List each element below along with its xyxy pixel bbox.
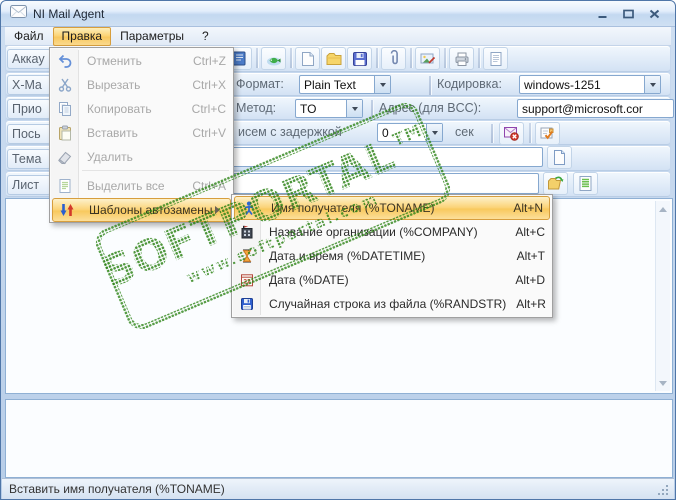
building-icon bbox=[233, 224, 261, 240]
bcc-label: Адрес (для BCC): bbox=[379, 101, 481, 115]
method-label: Метод: bbox=[236, 101, 276, 115]
titlebar[interactable]: NI Mail Agent bbox=[1, 1, 675, 27]
menu-separator bbox=[82, 170, 229, 173]
delay-value: 0 bbox=[378, 126, 426, 140]
hourglass-icon bbox=[233, 248, 261, 264]
copy-icon bbox=[51, 101, 79, 117]
menu-item-select-all[interactable]: Выделить все Ctrl+A bbox=[51, 174, 232, 198]
window-controls bbox=[594, 7, 666, 21]
text-lines-icon[interactable] bbox=[573, 172, 598, 195]
submenu-arrow-icon bbox=[215, 206, 224, 214]
resize-grip[interactable] bbox=[658, 485, 660, 487]
paperclip-icon[interactable] bbox=[381, 47, 406, 70]
app-window: NI Mail Agent Файл Правка Параметры ? Ак… bbox=[0, 0, 676, 500]
menu-file[interactable]: Файл bbox=[5, 27, 53, 46]
chevron-down-icon[interactable] bbox=[374, 76, 390, 93]
submenu-item-company[interactable]: Название организации (%COMPANY) Alt+C bbox=[233, 220, 551, 244]
encoding-select[interactable]: windows-1251 bbox=[519, 75, 661, 94]
chevron-down-icon[interactable] bbox=[346, 100, 362, 117]
new-document-icon[interactable] bbox=[547, 146, 572, 169]
chevron-down-icon[interactable] bbox=[644, 76, 660, 93]
menu-edit[interactable]: Правка bbox=[53, 27, 112, 46]
templates-submenu: Имя получателя (%TONAME) Alt+N Название … bbox=[231, 194, 553, 318]
menu-item-undo[interactable]: Отменить Ctrl+Z bbox=[51, 49, 232, 73]
vertical-scrollbar[interactable] bbox=[655, 201, 670, 391]
menubar: Файл Правка Параметры ? bbox=[5, 27, 671, 46]
scroll-down-icon[interactable] bbox=[656, 376, 670, 391]
fish-icon[interactable] bbox=[261, 47, 286, 70]
submenu-item-toname[interactable]: Имя получателя (%TONAME) Alt+N bbox=[234, 196, 550, 220]
menu-item-copy[interactable]: Копировать Ctrl+C bbox=[51, 97, 232, 121]
menu-item-delete[interactable]: Удалить bbox=[51, 145, 232, 169]
chevron-down-icon[interactable] bbox=[426, 124, 442, 141]
undo-icon bbox=[51, 53, 79, 69]
submenu-item-randstr[interactable]: Случайная строка из файла (%RANDSTR) Alt… bbox=[233, 292, 551, 316]
mail-cancel-icon[interactable] bbox=[499, 122, 524, 145]
maximize-button[interactable] bbox=[620, 7, 636, 21]
person-icon bbox=[235, 200, 263, 216]
document-icon[interactable] bbox=[483, 47, 508, 70]
swap-arrows-icon bbox=[53, 202, 81, 218]
new-message-icon[interactable] bbox=[295, 47, 320, 70]
menu-options[interactable]: Параметры bbox=[111, 27, 193, 46]
printer-icon[interactable] bbox=[449, 47, 474, 70]
select-all-icon bbox=[51, 178, 79, 194]
seconds-label: сек bbox=[455, 125, 474, 139]
calendar-icon: 22 bbox=[233, 272, 261, 288]
attachments-panel[interactable] bbox=[5, 399, 673, 478]
encoding-value: windows-1251 bbox=[520, 78, 644, 92]
send-label: Пось bbox=[7, 124, 51, 144]
close-button[interactable] bbox=[646, 7, 662, 21]
submenu-item-date[interactable]: 22 Дата (%DATE) Alt+D bbox=[233, 268, 551, 292]
encoding-label: Кодировка: bbox=[437, 77, 502, 91]
xmailer-label: X-Ma bbox=[7, 75, 51, 95]
folder-icon[interactable] bbox=[321, 47, 346, 70]
minimize-button[interactable] bbox=[594, 7, 610, 21]
menu-item-cut[interactable]: Вырезать Ctrl+X bbox=[51, 73, 232, 97]
floppy-icon bbox=[233, 296, 261, 312]
sheet-label: Лист bbox=[7, 175, 51, 195]
menu-item-paste[interactable]: Вставить Ctrl+V bbox=[51, 121, 232, 145]
svg-text:22: 22 bbox=[243, 279, 251, 286]
image-edit-icon[interactable] bbox=[415, 47, 440, 70]
method-value: TO bbox=[296, 102, 346, 116]
status-text: Вставить имя получателя (%TONAME) bbox=[9, 482, 225, 496]
open-folder-icon[interactable] bbox=[543, 172, 568, 195]
bcc-input[interactable] bbox=[517, 99, 674, 118]
subject-label: Тема bbox=[7, 149, 51, 169]
format-value: Plain Text bbox=[300, 78, 374, 92]
cut-icon bbox=[51, 77, 79, 93]
eraser-icon bbox=[51, 149, 79, 165]
save-icon[interactable] bbox=[347, 47, 372, 70]
window-title: NI Mail Agent bbox=[33, 7, 104, 21]
delay-select[interactable]: 0 bbox=[377, 123, 443, 142]
edit-menu-dropdown: Отменить Ctrl+Z Вырезать Ctrl+X Копирова… bbox=[49, 47, 234, 223]
format-label: Формат: bbox=[236, 77, 284, 91]
method-select[interactable]: TO bbox=[295, 99, 363, 118]
envelope-icon bbox=[10, 5, 27, 23]
menu-help[interactable]: ? bbox=[193, 27, 218, 46]
format-select[interactable]: Plain Text bbox=[299, 75, 391, 94]
paste-icon bbox=[51, 125, 79, 141]
scroll-up-icon[interactable] bbox=[656, 201, 670, 216]
account-label: Аккау bbox=[7, 49, 51, 69]
priority-label: Прио bbox=[7, 99, 51, 119]
menu-item-autoreplace-templates[interactable]: Шаблоны автозамены bbox=[52, 198, 231, 222]
submenu-item-datetime[interactable]: Дата и время (%DATETIME) Alt+T bbox=[233, 244, 551, 268]
spellcheck-icon[interactable] bbox=[535, 122, 560, 145]
delay-text: исем с задержкой bbox=[238, 125, 342, 139]
statusbar: Вставить имя получателя (%TONAME) bbox=[2, 478, 674, 499]
